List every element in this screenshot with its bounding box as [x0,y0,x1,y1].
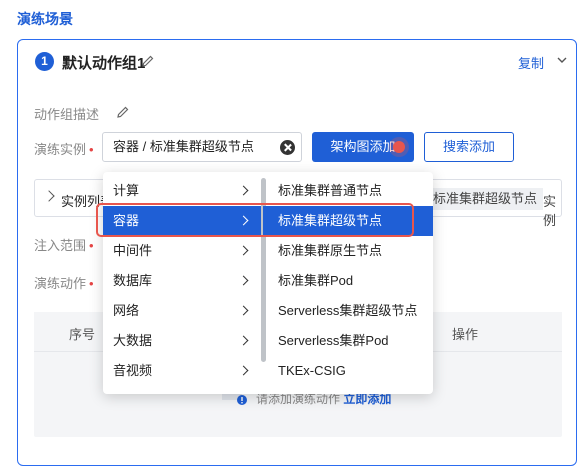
subcategory-item[interactable]: Serverless集群Pod [263,326,433,356]
subcategory-item[interactable]: TKEx-CSIG [263,356,433,386]
cursor-indicator [393,141,405,153]
clear-icon[interactable] [280,140,295,155]
description-label: 动作组描述 [34,107,100,122]
chevron-right-icon [238,275,249,286]
scope-label: 注入范围 • [34,238,94,253]
chevron-right-icon [238,245,249,256]
category-item-database[interactable]: 数据库 [103,266,263,296]
instance-select[interactable]: 容器 / 标准集群超级节点 [102,132,302,162]
cascader-category-column: 计算 容器 中间件 数据库 网络 大数据 音视频 [103,172,263,394]
category-item-container[interactable]: 容器 [103,206,263,236]
instance-tag: 标准集群超级节点 [427,188,544,210]
instance-label: 演练实例 • [34,142,94,157]
group-number-badge: 1 [35,52,54,71]
subcategory-item[interactable]: Serverless集群超级节点 [263,296,433,326]
edit-pencil-icon[interactable] [115,104,131,120]
instance-tag-suffix: 实例 [543,194,557,228]
category-item-compute[interactable]: 计算 [103,176,263,206]
chevron-down-icon[interactable] [555,53,569,67]
chevron-right-icon [238,185,249,196]
chevron-right-icon [238,305,249,316]
category-item-bigdata[interactable]: 大数据 [103,326,263,356]
subcategory-item[interactable]: 标准集群普通节点 [263,176,433,206]
group-title: 默认动作组1 [62,55,146,72]
category-item-network[interactable]: 网络 [103,296,263,326]
category-item-media[interactable]: 音视频 [103,356,263,386]
chevron-right-icon[interactable] [43,190,55,202]
instance-select-value: 容器 / 标准集群超级节点 [113,139,254,154]
edit-pencil-icon[interactable] [140,53,156,69]
action-label: 演练动作 • [34,276,94,291]
subcategory-item[interactable]: 标准集群原生节点 [263,236,433,266]
subcategory-item[interactable]: 标准集群Pod [263,266,433,296]
chevron-right-icon [238,215,249,226]
chevron-right-icon [238,335,249,346]
section-title: 演练场景 [17,11,73,27]
add-now-link[interactable]: 立即添加 [343,392,391,406]
subcategory-item-selected[interactable]: 标准集群超级节点 [263,206,433,236]
column-header-seq: 序号 [69,327,96,342]
cascader-dropdown: 计算 容器 中间件 数据库 网络 大数据 音视频 标准集群普通节点 标准集群超级… [103,172,433,394]
category-item-middleware[interactable]: 中间件 [103,236,263,266]
search-add-button[interactable]: 搜索添加 [424,132,514,162]
copy-link[interactable]: 复制 [518,53,544,72]
chevron-right-icon [238,365,249,376]
column-header-op: 操作 [452,327,479,342]
cascader-subcategory-column: 标准集群普通节点 标准集群超级节点 标准集群原生节点 标准集群Pod Serve… [263,172,433,394]
